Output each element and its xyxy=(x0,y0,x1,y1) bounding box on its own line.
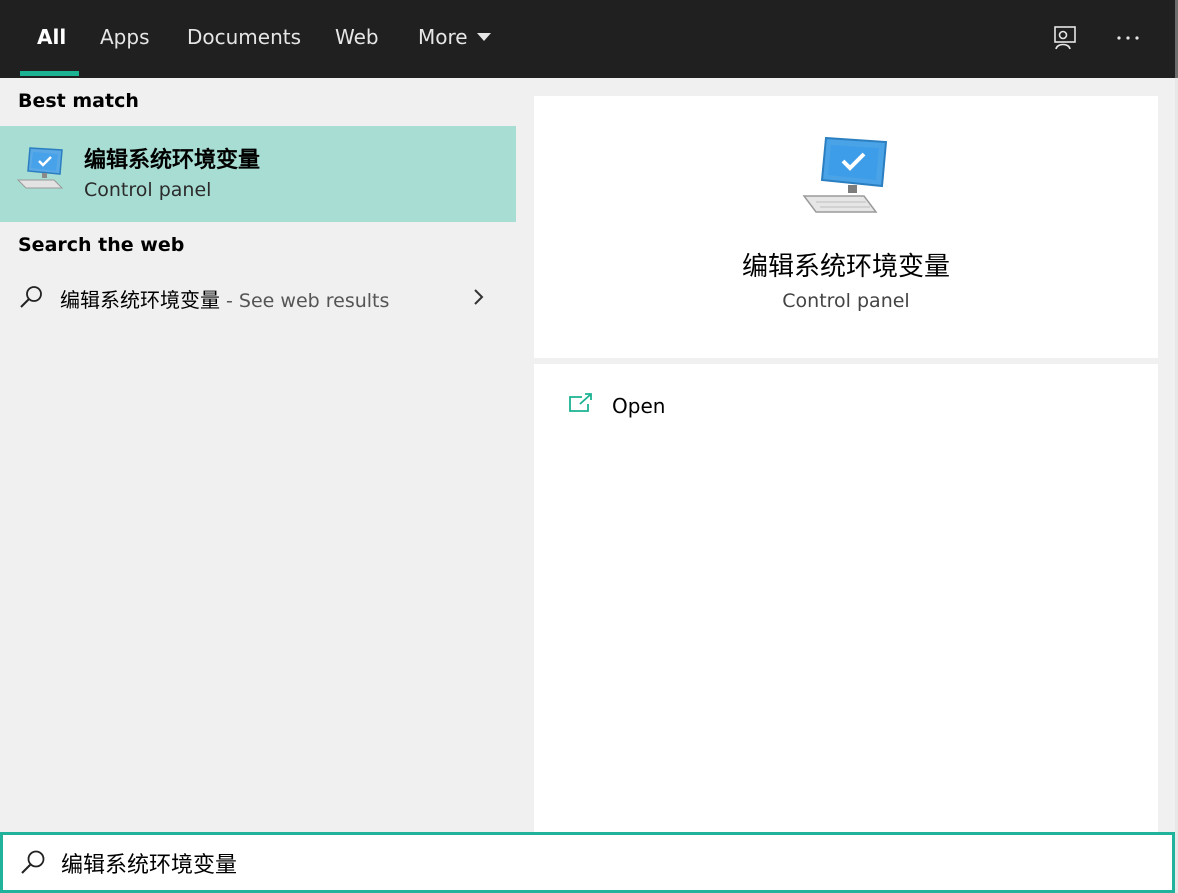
active-tab-indicator xyxy=(20,71,79,76)
search-icon xyxy=(20,286,42,308)
search-input[interactable] xyxy=(61,844,1141,882)
feedback-icon[interactable] xyxy=(1049,22,1081,54)
preview-pane: 编辑系统环境变量 Control panel Open xyxy=(516,78,1175,832)
tab-apps[interactable]: Apps xyxy=(100,0,150,78)
best-match-subtitle: Control panel xyxy=(84,179,212,201)
best-match-result[interactable]: 编辑系统环境变量 Control panel xyxy=(0,126,516,222)
chevron-right-icon[interactable] xyxy=(470,286,488,308)
tab-web[interactable]: Web xyxy=(335,0,379,78)
preview-subtitle: Control panel xyxy=(782,290,910,312)
open-button[interactable]: Open xyxy=(568,388,768,424)
preview-header-card: 编辑系统环境变量 Control panel xyxy=(534,96,1158,358)
tab-all[interactable]: All xyxy=(37,0,66,78)
computer-monitor-check-icon xyxy=(802,136,888,213)
web-result-hint: - See web results xyxy=(220,290,390,312)
web-search-result[interactable]: 编辑系统环境变量 - See web results xyxy=(0,274,516,322)
search-web-heading: Search the web xyxy=(18,234,185,256)
search-icon xyxy=(21,850,45,874)
search-box[interactable] xyxy=(0,832,1175,893)
more-options-icon[interactable] xyxy=(1112,22,1144,54)
tab-documents[interactable]: Documents xyxy=(187,0,301,78)
web-result-query: 编辑系统环境变量 xyxy=(60,288,220,312)
caret-down-icon xyxy=(476,32,491,41)
web-result-text: 编辑系统环境变量 - See web results xyxy=(60,284,389,313)
open-external-icon xyxy=(569,393,592,412)
best-match-heading: Best match xyxy=(18,90,139,112)
search-filter-bar: All Apps Documents Web More xyxy=(0,0,1175,78)
results-list: Best match 编辑系统环境变量 Control panel Search… xyxy=(0,78,516,832)
computer-monitor-check-icon xyxy=(16,147,64,189)
open-label: Open xyxy=(612,394,666,418)
tab-more-label: More xyxy=(418,25,468,49)
preview-actions-card: Open xyxy=(534,364,1158,832)
tab-more[interactable]: More xyxy=(418,0,491,78)
preview-title: 编辑系统环境变量 xyxy=(741,252,950,282)
best-match-title: 编辑系统环境变量 xyxy=(84,148,261,173)
